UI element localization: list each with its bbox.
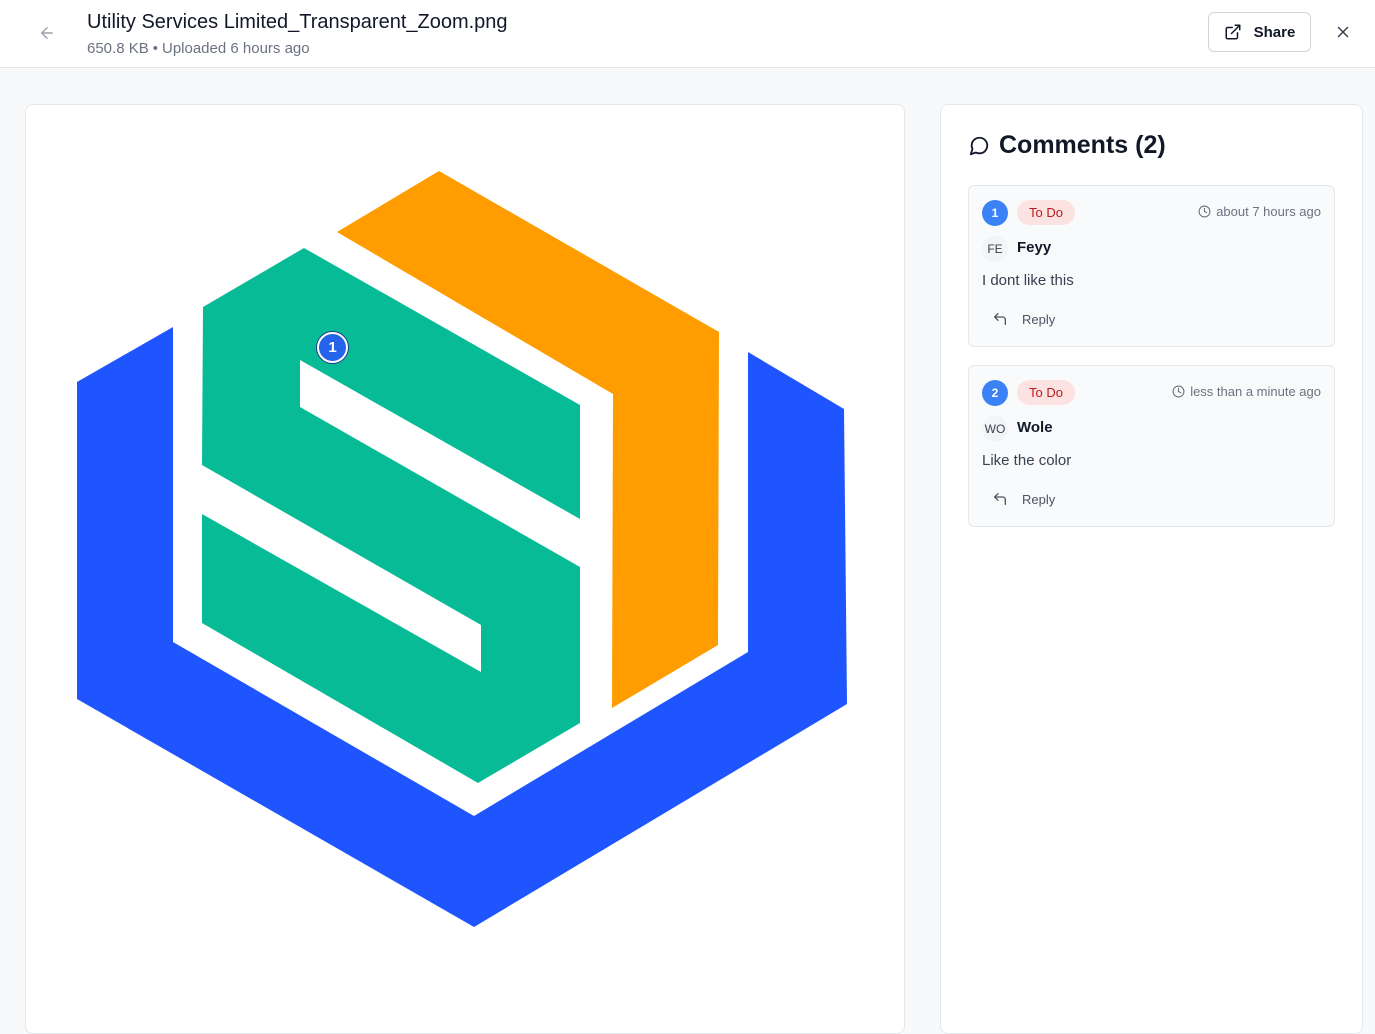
avatar: WO [982, 416, 1008, 442]
comment-number-badge: 2 [982, 380, 1008, 406]
reply-label: Reply [1022, 491, 1056, 507]
clock-icon [1172, 385, 1185, 398]
comment-author: Feyy [1017, 239, 1052, 256]
comment-time: about 7 hours ago [1198, 204, 1321, 219]
avatar: FE [982, 236, 1008, 262]
message-circle-icon [969, 136, 989, 155]
comment-author: Wole [1017, 419, 1053, 436]
reply-icon [994, 493, 1006, 505]
comment-text: Like the color [982, 452, 1072, 469]
comment-time-text: less than a minute ago [1190, 384, 1321, 399]
comment-card[interactable]: 1 To Do about 7 hours ago FE Feyy I dont… [968, 185, 1335, 347]
file-size: 650.8 KB [87, 40, 149, 57]
share-button[interactable]: Share [1208, 12, 1311, 52]
clock-icon [1198, 205, 1211, 218]
upload-time: Uploaded 6 hours ago [161, 40, 310, 57]
reply-icon [994, 313, 1006, 325]
comment-time: less than a minute ago [1172, 384, 1321, 399]
comments-header: Comments (2) [968, 131, 1166, 160]
image-viewer[interactable]: 1 [25, 104, 905, 1034]
comment-text: I dont like this [982, 272, 1074, 289]
share-label: Share [1253, 23, 1296, 41]
reply-button[interactable]: Reply [982, 484, 1065, 514]
reply-label: Reply [1022, 311, 1056, 327]
comment-number-badge: 1 [982, 200, 1008, 226]
logo-image[interactable] [26, 105, 905, 1034]
file-meta: 650.8 KB • Uploaded 6 hours ago [87, 40, 310, 57]
external-link-icon [1225, 24, 1241, 40]
reply-button[interactable]: Reply [982, 304, 1065, 334]
comment-pin[interactable]: 1 [317, 332, 348, 363]
close-icon [1337, 26, 1349, 38]
comment-card[interactable]: 2 To Do less than a minute ago WO Wole L… [968, 365, 1335, 527]
top-bar: Utility Services Limited_Transparent_Zoo… [0, 0, 1375, 68]
comments-panel: Comments (2) 1 To Do about 7 hours ago F… [940, 104, 1363, 1034]
status-badge[interactable]: To Do [1017, 380, 1075, 405]
close-button[interactable] [1330, 19, 1356, 45]
meta-separator: • [152, 40, 158, 57]
comment-time-text: about 7 hours ago [1216, 204, 1321, 219]
file-title: Utility Services Limited_Transparent_Zoo… [87, 11, 508, 33]
arrow-left-icon [41, 27, 53, 39]
back-button[interactable] [32, 18, 62, 48]
comments-title: Comments (2) [999, 131, 1166, 159]
status-badge[interactable]: To Do [1017, 200, 1075, 225]
